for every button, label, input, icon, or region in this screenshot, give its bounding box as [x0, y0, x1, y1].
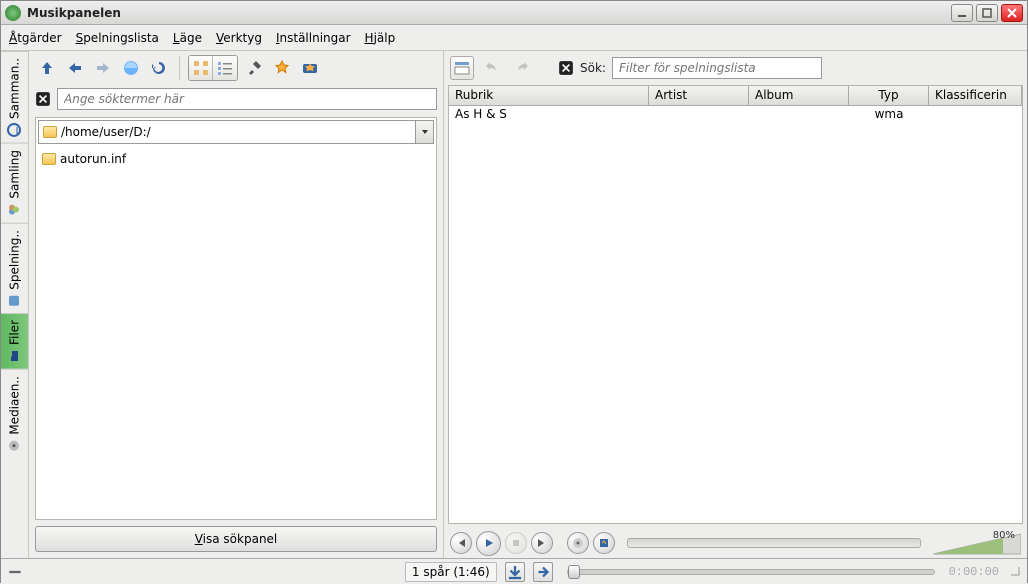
next-button[interactable] [531, 532, 553, 554]
track-count: 1 spår (1:46) [405, 562, 497, 582]
clear-search-button[interactable] [35, 91, 51, 107]
transport-bar: 80% [444, 528, 1027, 558]
close-button[interactable] [1001, 4, 1023, 22]
show-search-panel-button[interactable]: Visa sökpanel [35, 526, 437, 552]
col-typ[interactable]: Typ [849, 86, 929, 105]
undo-button[interactable] [480, 56, 504, 80]
clear-filter-button[interactable] [558, 60, 574, 76]
menu-settings[interactable]: Inställningar [276, 31, 351, 45]
view-mode-group [188, 55, 238, 81]
file-browser: /home/user/D:/ autorun.inf [35, 117, 437, 520]
search-label: Sök: [580, 61, 606, 75]
visualizer-icon[interactable] [593, 532, 615, 554]
bookmark-folder-button[interactable] [298, 56, 322, 80]
path-selector[interactable]: /home/user/D:/ [38, 120, 434, 144]
playlist-row[interactable]: As H & S wma [449, 106, 1022, 124]
sidetab-samman-label: Samman.. [8, 58, 22, 119]
menu-playlist[interactable]: Spelningslista [76, 31, 159, 45]
redo-button[interactable] [510, 56, 534, 80]
volume-label: 80% [993, 530, 1015, 541]
up-button[interactable] [35, 56, 59, 80]
cell-artist [649, 106, 749, 124]
home-button[interactable] [119, 56, 143, 80]
file-item[interactable]: autorun.inf [42, 150, 430, 168]
file-name: autorun.inf [60, 152, 126, 166]
download-button[interactable] [505, 562, 525, 582]
cell-klass [929, 106, 1022, 124]
playlist-table: Rubrik Artist Album Typ Klassificerin As… [448, 85, 1023, 524]
col-rubrik[interactable]: Rubrik [449, 86, 649, 105]
menu-tools[interactable]: Verktyg [216, 31, 262, 45]
sidetab-samling[interactable]: Samling [1, 143, 28, 223]
back-button[interactable] [63, 56, 87, 80]
app-icon [5, 5, 21, 21]
menubar: Åtgärder Spelningslista Läge Verktyg Ins… [1, 25, 1027, 51]
resize-grip[interactable] [1007, 563, 1021, 580]
sidetab-mediaen-label: Mediaen.. [8, 376, 22, 435]
col-album[interactable]: Album [749, 86, 849, 105]
maximize-button[interactable] [976, 4, 998, 22]
configure-button[interactable] [242, 56, 266, 80]
right-panel: Sök: Rubrik Artist Album Typ Klassificer… [444, 51, 1027, 558]
minimize-button[interactable] [951, 4, 973, 22]
sidetab-spelning-label: Spelning.. [8, 230, 22, 290]
search-input[interactable] [57, 88, 437, 110]
status-close-icon[interactable] [7, 564, 23, 580]
sidetab-filer-label: Filer [8, 320, 22, 345]
path-dropdown-button[interactable] [416, 120, 434, 144]
menu-help[interactable]: Hjälp [365, 31, 396, 45]
forward-button[interactable] [91, 56, 115, 80]
path-text: /home/user/D:/ [61, 125, 151, 139]
titlebar: Musikpanelen [1, 1, 1027, 25]
next-action-button[interactable] [533, 562, 553, 582]
sidetab-samling-label: Samling [8, 150, 22, 199]
list-view-button[interactable] [213, 56, 237, 80]
col-klass[interactable]: Klassificerin [929, 86, 1022, 105]
right-toolbar: Sök: [444, 51, 1027, 85]
statusbar: 1 spår (1:46) 0:00:00 [1, 558, 1027, 584]
left-panel: /home/user/D:/ autorun.inf Visa sökpanel [29, 51, 444, 558]
status-slider[interactable] [567, 569, 935, 575]
reload-button[interactable] [147, 56, 171, 80]
playlist-filter-input[interactable] [612, 57, 822, 79]
svg-text:i: i [16, 123, 19, 137]
folder-icon [43, 126, 57, 138]
cell-album [749, 106, 849, 124]
sidetab-filer[interactable]: Filer [1, 313, 28, 369]
cell-typ: wma [849, 106, 929, 124]
play-button[interactable] [476, 531, 501, 556]
playlist-tab-button[interactable] [450, 56, 474, 80]
col-artist[interactable]: Artist [649, 86, 749, 105]
icon-view-button[interactable] [189, 56, 213, 80]
time-label: 0:00:00 [949, 565, 999, 579]
menu-actions[interactable]: Åtgärder [9, 31, 62, 45]
sidetab-mediaen[interactable]: Mediaen.. [1, 369, 28, 459]
stop-button[interactable] [505, 532, 527, 554]
playlist-header: Rubrik Artist Album Typ Klassificerin [449, 86, 1022, 106]
sidetab-samman[interactable]: i Samman.. [1, 51, 28, 143]
slider-knob[interactable] [568, 565, 580, 579]
position-slider[interactable] [627, 538, 921, 548]
left-toolbar [29, 51, 443, 85]
menu-mode[interactable]: Läge [173, 31, 202, 45]
playlist-body[interactable]: As H & S wma [449, 106, 1022, 523]
file-tree[interactable]: autorun.inf [36, 146, 436, 519]
volume-control[interactable]: 80% [933, 530, 1021, 556]
side-tabs: i Samman.. Samling Spelning.. Filer Medi… [1, 51, 29, 558]
cell-rubrik: As H & S [449, 106, 649, 124]
sidetab-spelning[interactable]: Spelning.. [1, 223, 28, 314]
prev-button[interactable] [450, 532, 472, 554]
show-search-label-rest: isa sökpanel [203, 532, 278, 546]
window-title: Musikpanelen [27, 6, 121, 20]
bookmark-button[interactable] [270, 56, 294, 80]
folder-icon [42, 153, 56, 165]
left-search-row [29, 85, 443, 113]
cd-icon[interactable] [567, 532, 589, 554]
